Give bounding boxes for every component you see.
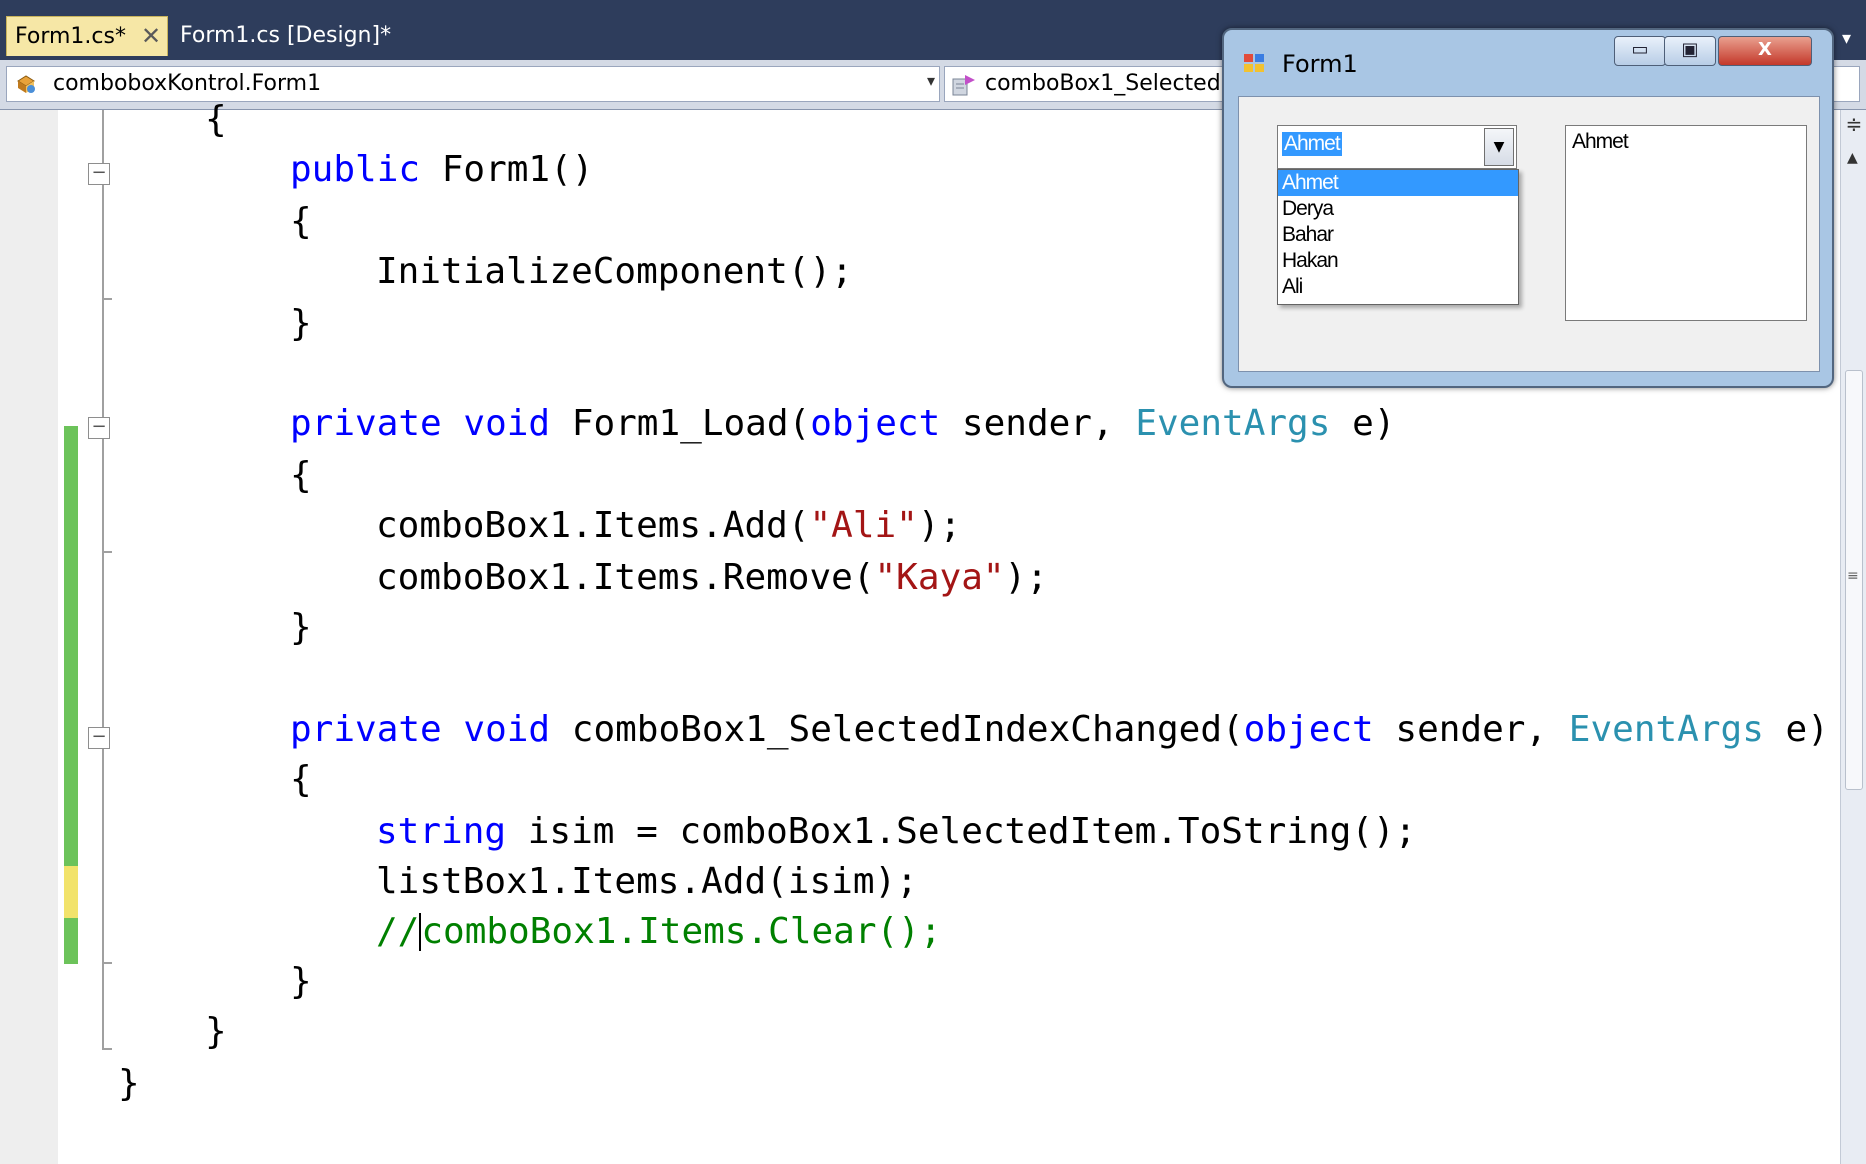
dropdown-option[interactable]: Hakan	[1278, 248, 1518, 274]
code-text: Form1_Load(	[550, 403, 811, 444]
code-line: }	[205, 1011, 227, 1052]
collapse-icon[interactable]: −	[88, 417, 110, 439]
string-literal: "Kaya"	[874, 557, 1005, 598]
string-literal: "Ali"	[809, 505, 918, 546]
dropdown-option[interactable]: Ali	[1278, 274, 1518, 300]
collapse-icon[interactable]: −	[88, 727, 110, 749]
tab-form1-design-label: Form1.cs [Design]*	[180, 23, 392, 48]
code-text: e)	[1330, 403, 1396, 444]
vertical-scrollbar[interactable]: ≑ ▲ ≡	[1840, 110, 1866, 1164]
code-line: {	[290, 201, 312, 242]
class-dropdown[interactable]: comboboxKontrol.Form1 ▾	[6, 66, 940, 102]
code-line: }	[290, 961, 312, 1002]
code-text: comboBox1.Items.Remove(	[376, 557, 875, 598]
tab-list-dropdown-icon[interactable]: ▾	[1842, 28, 1851, 49]
change-marker-saved	[64, 426, 78, 708]
code-line: {	[290, 759, 312, 800]
code-text: isim = comboBox1.SelectedItem.ToString()…	[506, 811, 1417, 852]
indicator-margin	[0, 110, 58, 1164]
chevron-down-icon[interactable]: ▾	[927, 71, 935, 90]
scroll-up-icon[interactable]: ▲	[1847, 150, 1858, 166]
maximize-button[interactable]: ▣	[1664, 36, 1716, 66]
tab-form1-design[interactable]: Form1.cs [Design]*	[176, 16, 396, 56]
code-line: comboBox1.Items.Remove("Kaya");	[376, 556, 1048, 600]
code-text: sender,	[940, 403, 1136, 444]
code-line: private void comboBox1_SelectedIndexChan…	[290, 708, 1829, 752]
combobox-dropdown-button[interactable]: ▼	[1484, 128, 1514, 166]
outline-guide	[102, 110, 104, 1050]
outline-tick	[102, 1048, 112, 1050]
comment-prefix: //	[376, 911, 420, 952]
change-marker-saved	[64, 918, 78, 964]
keyword: object	[810, 403, 941, 444]
code-text: );	[1004, 557, 1048, 598]
splitter-icon[interactable]: ≑	[1845, 112, 1863, 138]
code-line: private void Form1_Load(object sender, E…	[290, 402, 1395, 446]
code-line: InitializeComponent();	[376, 251, 853, 292]
code-line: public Form1()	[290, 148, 593, 192]
code-text: );	[917, 505, 962, 546]
listbox1[interactable]: Ahmet	[1565, 125, 1807, 321]
form1-window[interactable]: Form1 ▭ ▣ X Ahmet ▼ Ahmet Derya Bahar Ha…	[1222, 28, 1834, 388]
keyword: void	[463, 709, 551, 750]
code-line: listBox1.Items.Add(isim);	[376, 861, 918, 902]
listbox-item[interactable]: Ahmet	[1572, 130, 1629, 154]
code-line: }	[118, 1063, 140, 1104]
combobox-selected-text: Ahmet	[1282, 132, 1342, 156]
code-line: }	[290, 303, 312, 344]
tab-form1-cs-label: Form1.cs*	[15, 24, 126, 49]
dropdown-option[interactable]: Ahmet	[1278, 170, 1518, 196]
code-line: {	[290, 455, 312, 496]
tab-form1-cs[interactable]: Form1.cs* ✕	[6, 16, 168, 56]
class-icon	[17, 75, 35, 93]
comment-text: comboBox1.Items.Clear();	[421, 911, 942, 952]
combobox1[interactable]: Ahmet ▼	[1277, 125, 1517, 169]
code-line: string isim = comboBox1.SelectedItem.ToS…	[376, 810, 1416, 854]
keyword: private	[290, 709, 442, 750]
keyword: void	[463, 403, 551, 444]
keyword: object	[1243, 709, 1374, 750]
member-dropdown-label: comboBox1_SelectedI	[985, 71, 1228, 96]
code-line: //comboBox1.Items.Clear();	[376, 910, 942, 954]
class-dropdown-label: comboboxKontrol.Form1	[53, 71, 322, 96]
code-text: Form1()	[420, 149, 594, 190]
dropdown-option[interactable]: Bahar	[1278, 222, 1518, 248]
dropdown-option[interactable]: Derya	[1278, 196, 1518, 222]
collapse-icon[interactable]: −	[88, 163, 110, 185]
form-client-area: Ahmet ▼ Ahmet Derya Bahar Hakan Ali Ahme…	[1238, 96, 1820, 372]
change-marker-unsaved	[64, 866, 78, 918]
close-icon[interactable]: ✕	[141, 22, 161, 50]
change-marker-saved	[64, 708, 78, 866]
type-name: EventArgs	[1568, 709, 1764, 750]
keyword: public	[290, 149, 421, 190]
code-text: e)	[1763, 709, 1829, 750]
keyword: string	[376, 811, 507, 852]
code-text: comboBox1.Items.Add(	[376, 505, 810, 546]
combobox-dropdown-list[interactable]: Ahmet Derya Bahar Hakan Ali	[1277, 169, 1519, 305]
outline-tick	[102, 962, 112, 964]
outline-tick	[102, 551, 112, 553]
window-title: Form1	[1282, 50, 1358, 78]
event-member-icon	[952, 75, 975, 96]
grip-icon: ≡	[1847, 568, 1859, 584]
form-app-icon	[1244, 54, 1264, 72]
code-line: {	[205, 99, 227, 140]
close-button[interactable]: X	[1718, 36, 1812, 66]
minimize-button[interactable]: ▭	[1614, 36, 1666, 66]
code-line: }	[290, 607, 312, 648]
code-text: sender,	[1373, 709, 1569, 750]
keyword: private	[290, 403, 442, 444]
code-line: comboBox1.Items.Add("Ali");	[376, 504, 961, 548]
code-text: comboBox1_SelectedIndexChanged(	[550, 709, 1244, 750]
outline-tick	[102, 298, 112, 300]
type-name: EventArgs	[1135, 403, 1331, 444]
